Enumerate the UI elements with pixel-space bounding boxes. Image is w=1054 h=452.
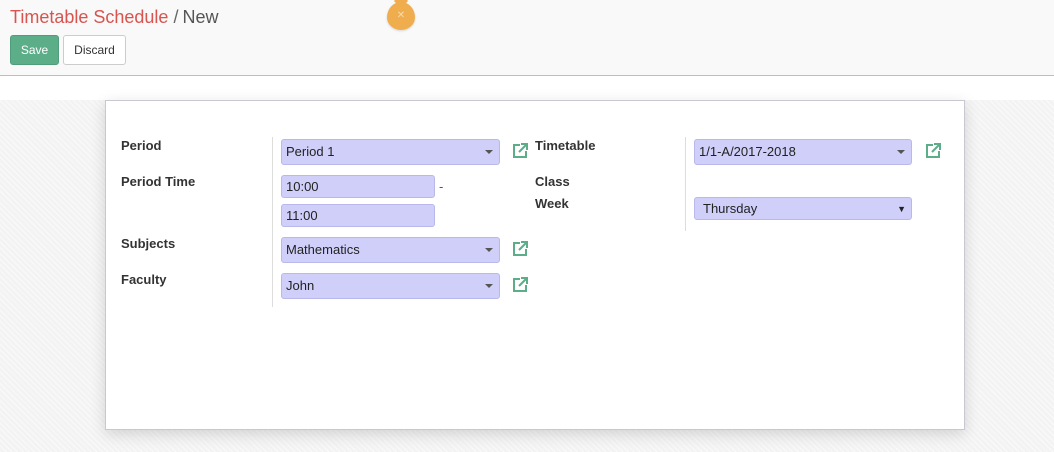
faculty-select[interactable]: John <box>281 273 500 299</box>
external-link-icon[interactable] <box>924 142 942 160</box>
drop-marker-icon: ✕ <box>387 2 415 30</box>
breadcrumb-separator: / <box>173 7 179 27</box>
caret-down-icon: ▼ <box>897 204 906 214</box>
period-select-value: Period 1 <box>286 144 335 159</box>
subjects-label: Subjects <box>121 236 176 251</box>
save-button[interactable]: Save <box>10 35 59 65</box>
period-time-separator: - <box>439 179 444 194</box>
period-start-time-input[interactable]: 10:00 <box>281 175 435 198</box>
caret-down-icon <box>485 248 493 252</box>
faculty-select-value: John <box>286 278 315 293</box>
timetable-select[interactable]: 1/1-A/2017-2018 <box>694 139 912 165</box>
period-select[interactable]: Period 1 <box>281 139 500 165</box>
breadcrumb: Timetable Schedule / New <box>10 7 218 27</box>
timetable-label: Timetable <box>535 138 596 153</box>
left-group-divider <box>272 137 273 307</box>
external-link-icon[interactable] <box>511 276 529 294</box>
sheet-background-band <box>0 76 1054 100</box>
class-week-select-value: Thursday <box>703 201 758 216</box>
class-week-select[interactable]: Thursday ▼ <box>694 197 912 220</box>
class-week-label-line1: Class <box>535 174 570 189</box>
caret-down-icon <box>485 284 493 288</box>
subjects-select-value: Mathematics <box>286 242 360 257</box>
form-sheet: Period Period 1 Period Time 10:00 - 11:0… <box>105 100 965 430</box>
external-link-icon[interactable] <box>511 142 529 160</box>
period-label: Period <box>121 138 162 153</box>
external-link-icon[interactable] <box>511 240 529 258</box>
right-group-divider <box>685 137 686 231</box>
breadcrumb-current: New <box>182 7 219 27</box>
period-time-label: Period Time <box>121 174 196 189</box>
subjects-select[interactable]: Mathematics <box>281 237 500 263</box>
breadcrumb-parent-link[interactable]: Timetable Schedule <box>10 7 168 27</box>
faculty-label: Faculty <box>121 272 167 287</box>
caret-down-icon <box>897 150 905 154</box>
caret-down-icon <box>485 150 493 154</box>
timetable-select-value: 1/1-A/2017-2018 <box>699 144 796 159</box>
discard-button[interactable]: Discard <box>63 35 126 65</box>
control-panel: Timetable Schedule / New Save Discard <box>0 0 1054 76</box>
class-week-label-line2: Week <box>535 196 569 211</box>
period-end-time-input[interactable]: 11:00 <box>281 204 435 227</box>
